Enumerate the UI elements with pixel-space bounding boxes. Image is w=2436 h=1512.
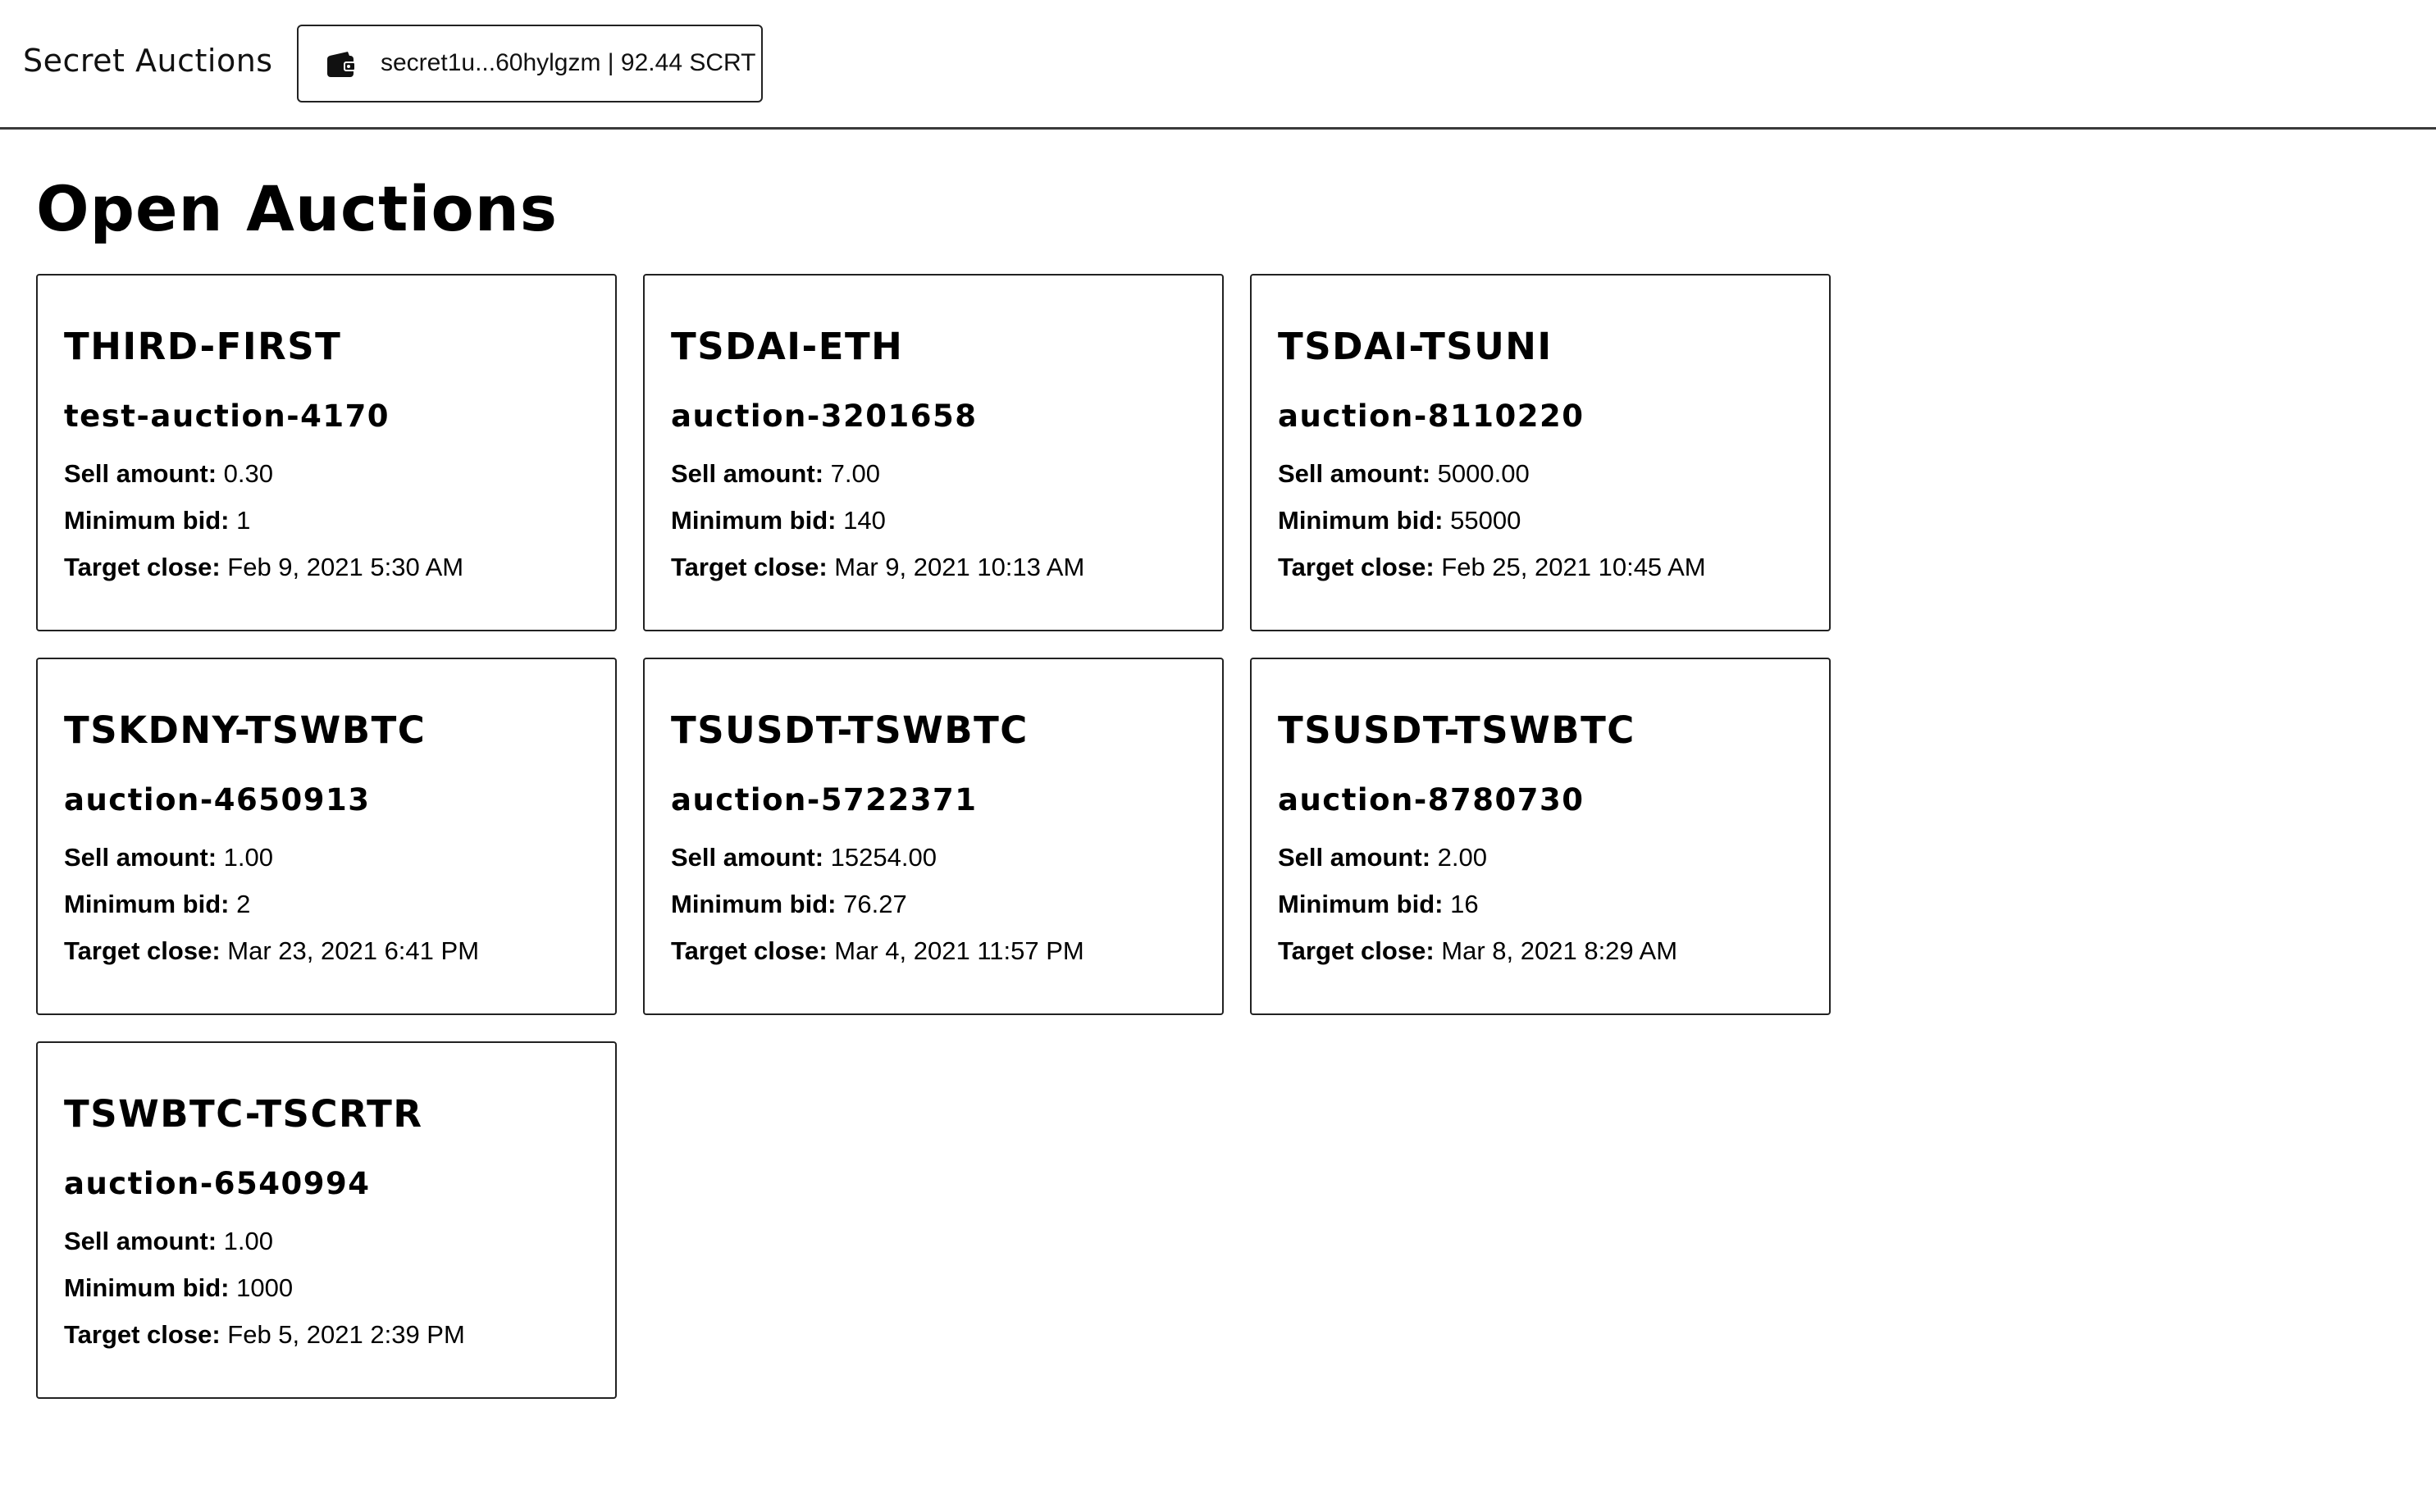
auction-pair: TSWBTC-TSCRTR <box>64 1092 423 1136</box>
auction-id: auction-3201658 <box>671 398 978 434</box>
auction-card[interactable]: TSUSDT-TSWBTC auction-8780730 Sell amoun… <box>1250 658 1831 1015</box>
minimum-bid-value: 76.27 <box>843 890 907 918</box>
auction-card[interactable]: TSUSDT-TSWBTC auction-5722371 Sell amoun… <box>643 658 1224 1015</box>
sell-amount-row: Sell amount: 7.00 <box>671 459 880 489</box>
target-close-row: Target close: Mar 4, 2021 11:57 PM <box>671 936 1084 966</box>
target-close-label: Target close: <box>671 936 828 965</box>
wallet-address-balance: secret1u...60hylgzm | 92.44 SCRT <box>381 49 756 76</box>
minimum-bid-label: Minimum bid: <box>671 506 837 535</box>
sell-amount-value: 1.00 <box>223 1227 273 1255</box>
target-close-value: Mar 8, 2021 8:29 AM <box>1441 936 1678 965</box>
auction-id: auction-6540994 <box>64 1166 371 1201</box>
target-close-row: Target close: Feb 5, 2021 2:39 PM <box>64 1320 465 1350</box>
sell-amount-label: Sell amount: <box>1278 459 1431 488</box>
minimum-bid-label: Minimum bid: <box>64 506 230 535</box>
minimum-bid-row: Minimum bid: 55000 <box>1278 506 1521 535</box>
sell-amount-value: 15254.00 <box>830 843 937 872</box>
wallet-button[interactable]: secret1u...60hylgzm | 92.44 SCRT <box>297 25 763 102</box>
minimum-bid-row: Minimum bid: 2 <box>64 890 250 919</box>
target-close-label: Target close: <box>1278 553 1435 581</box>
target-close-row: Target close: Feb 9, 2021 5:30 AM <box>64 553 463 582</box>
minimum-bid-value: 140 <box>843 506 886 535</box>
auction-id: auction-4650913 <box>64 782 371 817</box>
auction-card[interactable]: TSKDNY-TSWBTC auction-4650913 Sell amoun… <box>36 658 617 1015</box>
target-close-value: Mar 23, 2021 6:41 PM <box>227 936 480 965</box>
minimum-bid-row: Minimum bid: 1000 <box>64 1273 293 1303</box>
page-title: Open Auctions <box>36 172 559 245</box>
target-close-value: Feb 9, 2021 5:30 AM <box>227 553 464 581</box>
target-close-value: Mar 4, 2021 11:57 PM <box>834 936 1084 965</box>
sell-amount-label: Sell amount: <box>64 1227 217 1255</box>
target-close-value: Feb 5, 2021 2:39 PM <box>227 1320 465 1349</box>
sell-amount-value: 2.00 <box>1437 843 1487 872</box>
minimum-bid-value: 1 <box>236 506 251 535</box>
sell-amount-value: 7.00 <box>830 459 880 488</box>
target-close-row: Target close: Mar 9, 2021 10:13 AM <box>671 553 1084 582</box>
sell-amount-value: 1.00 <box>223 843 273 872</box>
target-close-label: Target close: <box>671 553 828 581</box>
sell-amount-row: Sell amount: 0.30 <box>64 459 273 489</box>
sell-amount-row: Sell amount: 2.00 <box>1278 843 1487 872</box>
target-close-value: Feb 25, 2021 10:45 AM <box>1441 553 1706 581</box>
auction-pair: TSUSDT-TSWBTC <box>671 708 1029 752</box>
auction-grid: THIRD-FIRST test-auction-4170 Sell amoun… <box>36 274 1841 1399</box>
target-close-value: Mar 9, 2021 10:13 AM <box>834 553 1085 581</box>
minimum-bid-label: Minimum bid: <box>1278 890 1444 918</box>
minimum-bid-label: Minimum bid: <box>1278 506 1444 535</box>
sell-amount-value: 0.30 <box>223 459 273 488</box>
auction-card[interactable]: THIRD-FIRST test-auction-4170 Sell amoun… <box>36 274 617 631</box>
auction-pair: TSDAI-ETH <box>671 325 904 368</box>
auction-pair: THIRD-FIRST <box>64 325 342 368</box>
auction-id: auction-8780730 <box>1278 782 1585 817</box>
minimum-bid-value: 2 <box>236 890 251 918</box>
sell-amount-row: Sell amount: 15254.00 <box>671 843 937 872</box>
sell-amount-value: 5000.00 <box>1437 459 1530 488</box>
sell-amount-label: Sell amount: <box>64 843 217 872</box>
minimum-bid-label: Minimum bid: <box>64 1273 230 1302</box>
auction-card[interactable]: TSWBTC-TSCRTR auction-6540994 Sell amoun… <box>36 1041 617 1399</box>
sell-amount-row: Sell amount: 1.00 <box>64 1227 273 1256</box>
auction-id: test-auction-4170 <box>64 398 390 434</box>
auction-pair: TSDAI-TSUNI <box>1278 325 1553 368</box>
target-close-row: Target close: Mar 8, 2021 8:29 AM <box>1278 936 1677 966</box>
target-close-label: Target close: <box>64 1320 221 1349</box>
minimum-bid-value: 16 <box>1450 890 1479 918</box>
minimum-bid-label: Minimum bid: <box>671 890 837 918</box>
app-title[interactable]: Secret Auctions <box>23 43 273 79</box>
wallet-icon <box>326 50 356 80</box>
sell-amount-row: Sell amount: 1.00 <box>64 843 273 872</box>
auction-card[interactable]: TSDAI-TSUNI auction-8110220 Sell amount:… <box>1250 274 1831 631</box>
auction-pair: TSUSDT-TSWBTC <box>1278 708 1635 752</box>
target-close-row: Target close: Feb 25, 2021 10:45 AM <box>1278 553 1706 582</box>
minimum-bid-value: 55000 <box>1450 506 1521 535</box>
minimum-bid-row: Minimum bid: 1 <box>64 506 250 535</box>
minimum-bid-row: Minimum bid: 76.27 <box>671 890 907 919</box>
minimum-bid-label: Minimum bid: <box>64 890 230 918</box>
sell-amount-label: Sell amount: <box>671 843 824 872</box>
minimum-bid-row: Minimum bid: 16 <box>1278 890 1479 919</box>
target-close-label: Target close: <box>64 553 221 581</box>
sell-amount-label: Sell amount: <box>1278 843 1431 872</box>
minimum-bid-value: 1000 <box>236 1273 294 1302</box>
target-close-label: Target close: <box>1278 936 1435 965</box>
sell-amount-label: Sell amount: <box>671 459 824 488</box>
sell-amount-row: Sell amount: 5000.00 <box>1278 459 1530 489</box>
auction-card[interactable]: TSDAI-ETH auction-3201658 Sell amount: 7… <box>643 274 1224 631</box>
auction-id: auction-5722371 <box>671 782 978 817</box>
target-close-label: Target close: <box>64 936 221 965</box>
sell-amount-label: Sell amount: <box>64 459 217 488</box>
top-bar: Secret Auctions secret1u...60hylgzm | 92… <box>0 0 2436 130</box>
auction-id: auction-8110220 <box>1278 398 1585 434</box>
target-close-row: Target close: Mar 23, 2021 6:41 PM <box>64 936 479 966</box>
auction-pair: TSKDNY-TSWBTC <box>64 708 427 752</box>
minimum-bid-row: Minimum bid: 140 <box>671 506 886 535</box>
